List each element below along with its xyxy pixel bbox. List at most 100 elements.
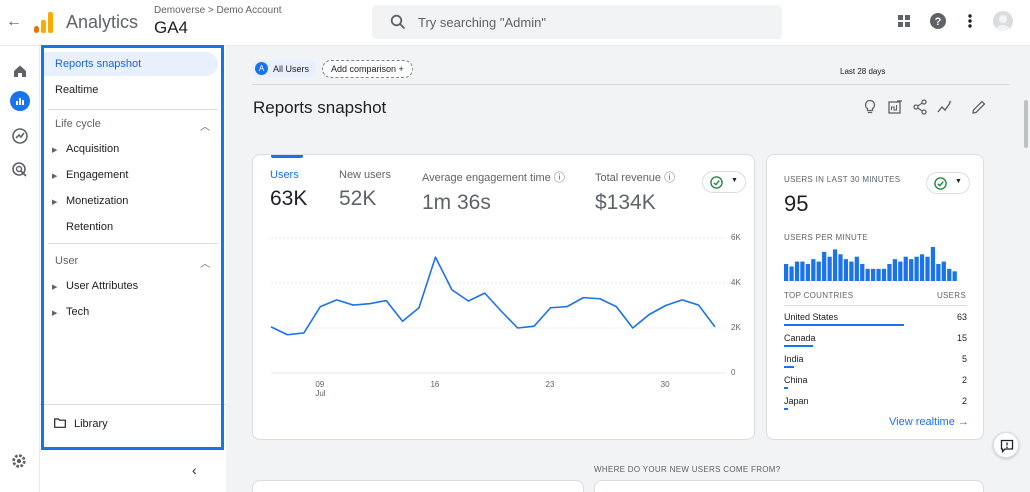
y-tick-label: 4K	[731, 278, 741, 287]
view-realtime-link[interactable]: View realtime →	[889, 416, 969, 428]
nav-item-retention[interactable]: Retention	[66, 221, 113, 233]
country-name: India	[784, 354, 804, 364]
x-tick-label: 09 Jul	[315, 380, 326, 398]
search-icon	[390, 14, 406, 30]
per-minute-bar	[854, 256, 859, 281]
per-minute-bar	[936, 264, 941, 281]
series-line	[270, 256, 716, 336]
per-minute-bar	[816, 261, 821, 281]
nav-item-label: Acquisition	[66, 143, 120, 155]
nav-item-label: Engagement	[66, 169, 129, 181]
back-arrow-icon[interactable]: ←	[6, 13, 22, 31]
comparison-chip-all-users[interactable]: A All Users	[252, 60, 318, 78]
per-minute-bar	[865, 268, 870, 281]
nav-item-acquisition[interactable]: ▶ Acquisition	[48, 143, 119, 155]
svg-text:?: ?	[935, 16, 942, 28]
customize-report-icon[interactable]	[887, 99, 903, 115]
nav-item-monetization[interactable]: ▶ Monetization	[48, 195, 128, 207]
country-row[interactable]: China 2	[784, 371, 967, 392]
nav-divider	[40, 404, 226, 405]
page-scrollbar[interactable]	[1024, 100, 1028, 148]
per-minute-bar	[930, 247, 936, 281]
nav-library[interactable]: Library	[54, 418, 108, 430]
per-minute-bar	[784, 264, 789, 281]
left-rail	[0, 46, 40, 492]
per-minute-bar	[871, 268, 876, 281]
apps-grid-icon[interactable]	[895, 12, 913, 30]
lower-card-left	[252, 480, 584, 492]
add-comparison-button[interactable]: Add comparison +	[322, 60, 413, 78]
country-row[interactable]: United States 63	[784, 308, 967, 329]
share-icon[interactable]	[912, 99, 928, 115]
nav-library-label: Library	[74, 418, 108, 430]
country-share-bar	[784, 387, 788, 389]
nav-item-user-attributes[interactable]: ▶ User Attributes	[48, 280, 138, 292]
nav-item-label: Monetization	[66, 195, 129, 207]
expand-arrow-icon: ▶	[52, 199, 58, 206]
country-share-bar	[784, 345, 813, 347]
edit-pencil-icon[interactable]	[971, 99, 987, 115]
search-bar[interactable]: Try searching "Admin"	[372, 5, 782, 39]
country-users: 63	[956, 312, 967, 322]
per-minute-bar	[832, 249, 838, 281]
insights-icon[interactable]	[862, 99, 878, 115]
chevron-up-icon[interactable]: ︿	[200, 255, 210, 270]
per-minute-bar	[952, 271, 957, 281]
nav-item-label: User Attributes	[66, 280, 139, 292]
x-tick-label: 23	[545, 380, 555, 389]
per-minute-bar	[838, 254, 843, 281]
property-selector[interactable]: GA4	[154, 18, 188, 38]
x-tick-label: 30	[660, 380, 670, 389]
explore-icon[interactable]	[10, 126, 30, 146]
per-minute-bar	[843, 259, 849, 281]
per-minute-bar	[947, 268, 952, 281]
realtime-card: USERS IN LAST 30 MINUTES ▼ 95 USERS PER …	[766, 154, 984, 440]
help-icon[interactable]: ?	[929, 12, 947, 30]
per-minute-bar	[887, 264, 892, 281]
feedback-button[interactable]	[993, 432, 1019, 458]
country-share-bar	[784, 408, 788, 410]
country-row[interactable]: Japan 2	[784, 392, 967, 413]
per-minute-bar	[800, 261, 805, 281]
more-vert-icon[interactable]	[961, 12, 979, 30]
toolbar-divider	[252, 84, 1010, 85]
table-header-divider	[784, 305, 967, 306]
realtime-title: USERS IN LAST 30 MINUTES	[784, 175, 901, 184]
search-input[interactable]: Try searching "Admin"	[418, 15, 546, 30]
lower-card-right	[594, 480, 984, 492]
advertising-icon[interactable]	[10, 160, 30, 180]
per-minute-bar	[898, 261, 903, 281]
nav-reports-snapshot[interactable]: Reports snapshot	[43, 52, 218, 76]
account-avatar[interactable]	[993, 11, 1013, 31]
home-icon[interactable]	[10, 61, 30, 81]
country-share-bar	[784, 324, 904, 326]
nav-item-tech[interactable]: ▶ Tech	[48, 306, 89, 318]
settings-icon[interactable]	[10, 452, 28, 470]
per-minute-bar	[849, 261, 854, 281]
realtime-status-dropdown[interactable]: ▼	[926, 172, 970, 194]
trend-sparkle-icon[interactable]	[937, 99, 953, 115]
reports-icon[interactable]	[10, 91, 30, 111]
date-range-selector[interactable]: Last 28 days	[840, 67, 885, 76]
country-name: Japan	[784, 396, 809, 406]
chevron-up-icon[interactable]: ︿	[200, 118, 210, 133]
analytics-logo-icon[interactable]	[34, 11, 54, 33]
country-name: Canada	[784, 333, 816, 343]
country-name: United States	[784, 312, 839, 322]
per-minute-bar	[925, 256, 930, 281]
nav-section-user[interactable]: User ︿	[55, 255, 210, 270]
nav-section-lifecycle[interactable]: Life cycle ︿	[55, 118, 210, 133]
per-minute-bar	[827, 256, 832, 281]
page-title: Reports snapshot	[253, 98, 387, 117]
collapse-nav-icon[interactable]: ‹	[192, 462, 197, 478]
account-breadcrumb[interactable]: Demoverse > Demo Account	[154, 5, 282, 16]
comparison-chip-label: All Users	[273, 64, 310, 74]
expand-arrow-icon: ▶	[52, 310, 58, 317]
country-row[interactable]: Canada 15	[784, 329, 967, 350]
nav-item-label: Tech	[66, 306, 90, 318]
country-row[interactable]: India 5	[784, 350, 967, 371]
nav-realtime[interactable]: Realtime	[55, 78, 98, 102]
reports-nav-panel: Reports snapshot Realtime Life cycle ︿ ▶…	[40, 46, 226, 492]
nav-item-engagement[interactable]: ▶ Engagement	[48, 169, 128, 181]
country-users: 5	[961, 354, 967, 364]
